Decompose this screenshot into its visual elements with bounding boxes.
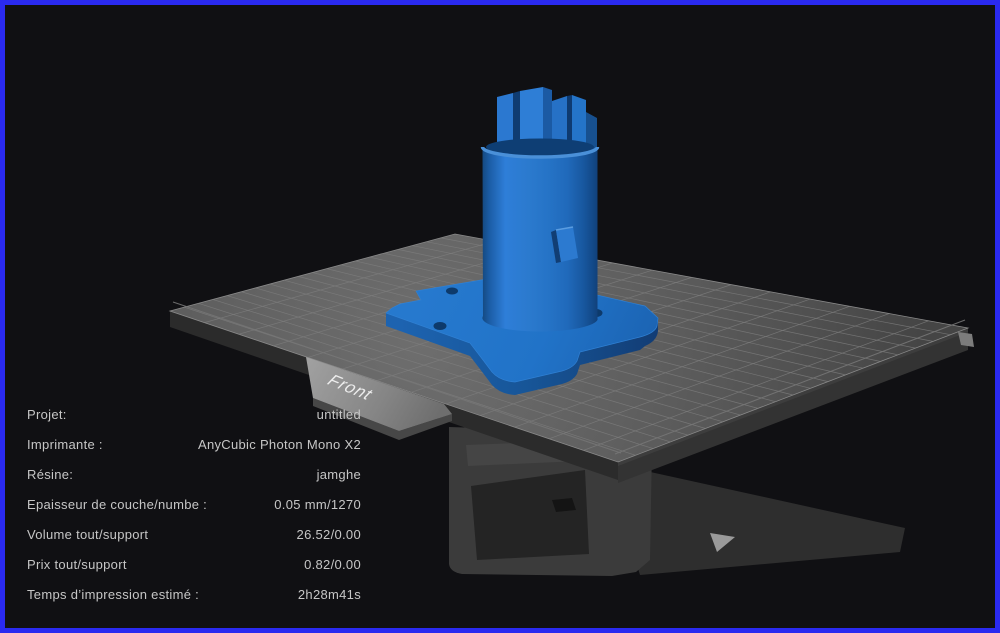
info-label: Temps d’impression estimé :: [27, 586, 200, 602]
info-value: AnyCubic Photon Mono X2: [198, 436, 361, 452]
model-cylinder: [482, 148, 598, 332]
info-label: Epaisseur de couche/numbe :: [27, 496, 208, 512]
info-label: Prix tout/support: [27, 556, 127, 572]
info-value: untitled: [316, 406, 361, 422]
info-value: jamghe: [316, 466, 361, 482]
info-value: 26.52/0.00: [296, 526, 361, 542]
info-row-project: Projet: untitled: [27, 399, 361, 429]
info-row-volume: Volume tout/support 26.52/0.00: [27, 519, 361, 549]
slicer-window: Front Projet: untitled Imprimante : AnyC…: [0, 0, 1000, 633]
info-row-layer: Epaisseur de couche/numbe : 0.05 mm/1270: [27, 489, 361, 519]
bracket-notch: [552, 498, 576, 512]
info-value: 2h28m41s: [297, 586, 361, 602]
base-screw-hole: [433, 322, 447, 330]
base-screw-hole: [446, 287, 458, 295]
info-row-printer: Imprimante : AnyCubic Photon Mono X2: [27, 429, 361, 459]
print-info-panel: Projet: untitled Imprimante : AnyCubic P…: [27, 399, 361, 609]
info-label: Résine:: [27, 466, 74, 482]
info-label: Imprimante :: [27, 436, 103, 452]
info-label: Volume tout/support: [27, 526, 149, 542]
info-row-time: Temps d’impression estimé : 2h28m41s: [27, 579, 361, 609]
info-value: 0.82/0.00: [304, 556, 361, 572]
info-value: 0.05 mm/1270: [274, 496, 361, 512]
info-row-price: Prix tout/support 0.82/0.00: [27, 549, 361, 579]
info-row-resin: Résine: jamghe: [27, 459, 361, 489]
info-label: Projet:: [27, 406, 67, 422]
